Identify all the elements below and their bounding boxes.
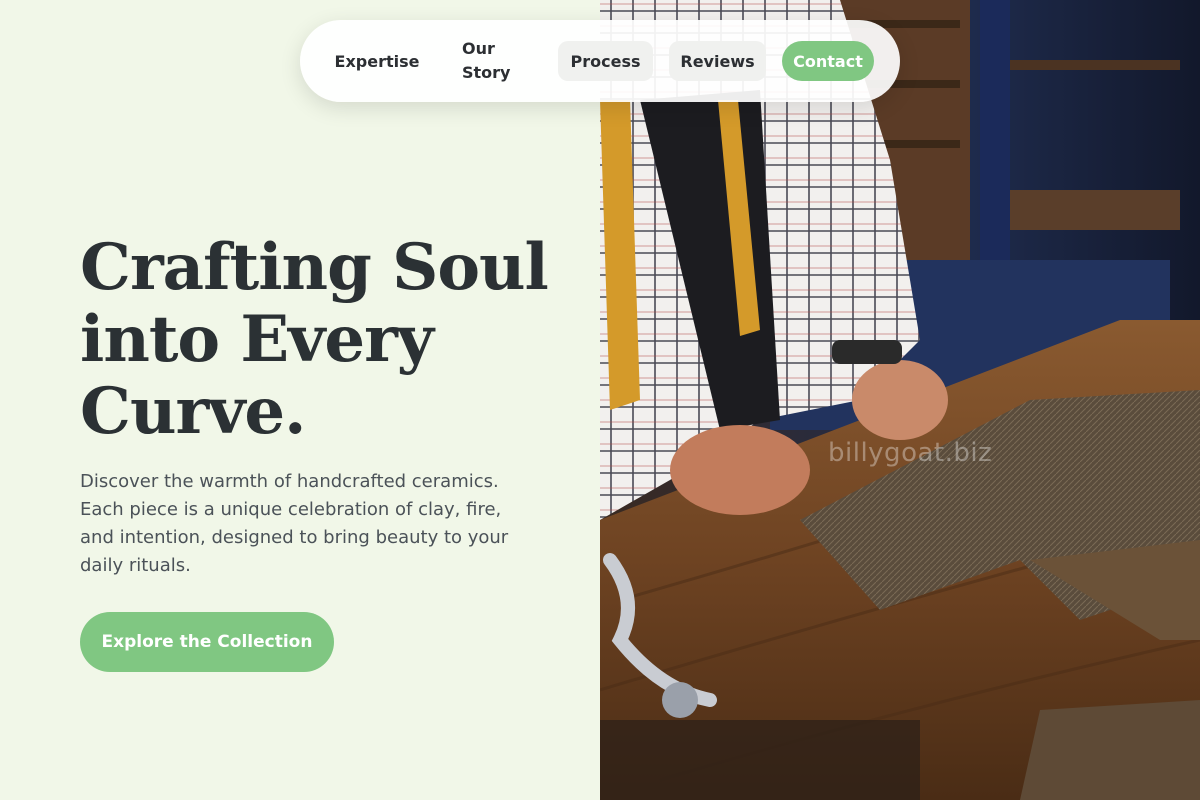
- tailor-photo-illustration: [600, 0, 1200, 800]
- nav-item-reviews[interactable]: Reviews: [669, 41, 766, 81]
- hero-photo: [600, 0, 1200, 800]
- hero-title: Crafting Soul into Every Curve.: [80, 230, 549, 449]
- photo-watermark: billygoat.biz: [828, 438, 993, 468]
- hero-left-panel: Crafting Soul into Every Curve. Discover…: [0, 0, 600, 800]
- nav-item-process[interactable]: Process: [558, 41, 653, 81]
- nav-item-our-story[interactable]: Our Story: [440, 33, 520, 89]
- nav-item-expertise[interactable]: Expertise: [322, 41, 432, 81]
- explore-collection-button[interactable]: Explore the Collection: [80, 612, 334, 672]
- hero-subtitle: Discover the warmth of handcrafted ceram…: [80, 471, 509, 576]
- nav-item-contact[interactable]: Contact: [782, 41, 874, 81]
- top-navigation: Expertise Our Story Process Reviews Cont…: [300, 20, 900, 102]
